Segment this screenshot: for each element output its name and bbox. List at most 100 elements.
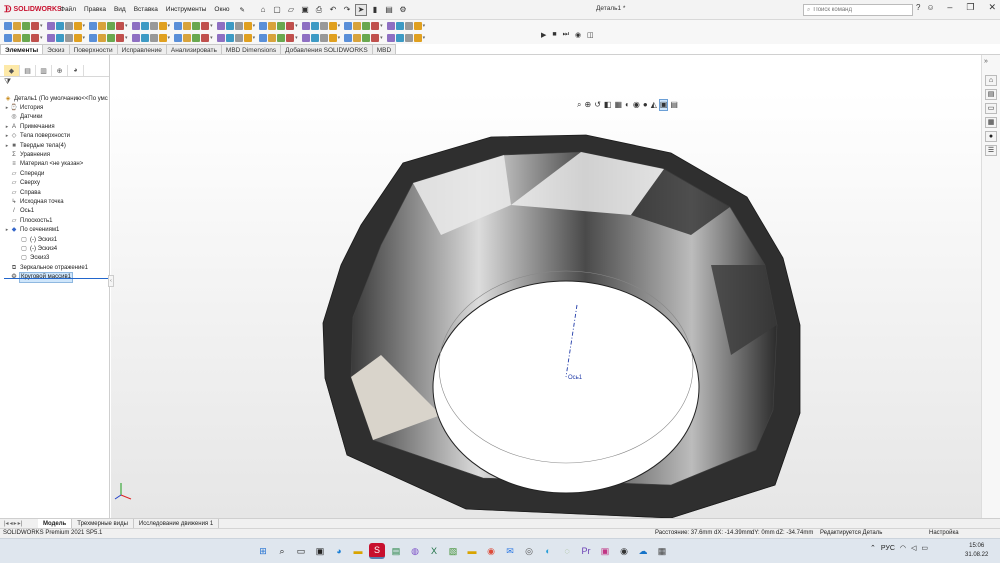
- prev-tab-icon[interactable]: ◂: [10, 520, 13, 527]
- sketch-tool-icon[interactable]: [64, 34, 73, 42]
- user-icon[interactable]: ☺: [926, 3, 934, 12]
- sketch-tool-icon[interactable]: [243, 34, 252, 42]
- sketch-tool-icon[interactable]: [107, 34, 116, 42]
- tab-motion-study[interactable]: Исследование движения 1: [134, 518, 220, 529]
- tree-item[interactable]: ↳ Исходная точка: [4, 198, 63, 207]
- feature-tool-icon[interactable]: [286, 22, 295, 30]
- viber-icon[interactable]: ◍: [407, 543, 423, 559]
- dropdown-arrow-icon[interactable]: ▾: [423, 23, 426, 29]
- dropdown-arrow-icon[interactable]: ▾: [295, 23, 298, 29]
- tree-item[interactable]: ≡ Материал <не указан>: [4, 160, 83, 169]
- sketch-tool-icon[interactable]: [225, 34, 234, 42]
- feature-tool-icon[interactable]: [386, 22, 395, 30]
- sketch-tool-icon[interactable]: [395, 34, 404, 42]
- feature-tool-icon[interactable]: [216, 22, 225, 30]
- close-icon[interactable]: ✕: [988, 2, 996, 13]
- minimize-icon[interactable]: –: [947, 2, 952, 13]
- volume-icon[interactable]: ◁: [911, 544, 916, 552]
- sketch-tool-icon[interactable]: [301, 34, 310, 42]
- graphics-area[interactable]: Ось1 ⌕ ⊕ ↺ ◧ ▦ ◐ ◉ ● ◭ ▣ ▤: [111, 55, 981, 518]
- view-orientation-icon[interactable]: ▦: [614, 100, 622, 110]
- feature-tool-icon[interactable]: [404, 22, 413, 30]
- sketch-tool-icon[interactable]: [158, 34, 167, 42]
- dropdown-arrow-icon[interactable]: ▾: [380, 23, 383, 29]
- zoom-to-fit-icon[interactable]: ⌕: [577, 100, 581, 110]
- dropdown-arrow-icon[interactable]: ▾: [125, 23, 128, 29]
- dropdown-arrow-icon[interactable]: ▾: [83, 23, 86, 29]
- feature-tool-icon[interactable]: [98, 22, 107, 30]
- sketch-tool-icon[interactable]: [116, 34, 125, 42]
- feature-tree-tab-icon[interactable]: ◆: [4, 65, 20, 76]
- sketch-tool-icon[interactable]: [46, 34, 55, 42]
- tree-item[interactable]: ⧉ Зеркальное отражение1: [4, 264, 88, 273]
- feature-tool-icon[interactable]: [371, 22, 380, 30]
- feature-tool-icon[interactable]: [310, 22, 319, 30]
- feature-tool-icon[interactable]: [268, 22, 277, 30]
- view-settings-icon[interactable]: ▣: [658, 99, 669, 111]
- pin-icon[interactable]: ✎: [236, 6, 249, 14]
- sketch-tool-icon[interactable]: [131, 34, 140, 42]
- github-icon[interactable]: ◉: [616, 543, 632, 559]
- sketch-tool-icon[interactable]: [149, 34, 158, 42]
- tree-item[interactable]: ▸ ◇ Тела поверхности: [4, 132, 70, 141]
- feature-tool-icon[interactable]: [395, 22, 404, 30]
- feature-tool-icon[interactable]: [174, 22, 183, 30]
- feature-tool-icon[interactable]: [301, 22, 310, 30]
- tool-icon[interactable]: ▦: [654, 543, 670, 559]
- sketch-tool-icon[interactable]: [4, 34, 12, 42]
- new-document-icon[interactable]: ▢: [271, 4, 283, 16]
- dropdown-arrow-icon[interactable]: ▾: [423, 35, 426, 41]
- feature-tool-icon[interactable]: [319, 22, 328, 30]
- save-icon[interactable]: ▣: [299, 4, 311, 16]
- dropdown-arrow-icon[interactable]: ▾: [168, 23, 171, 29]
- feature-tool-icon[interactable]: [107, 22, 116, 30]
- sketch-tool-icon[interactable]: [55, 34, 64, 42]
- home-icon[interactable]: ⌂: [257, 4, 269, 16]
- sketch-tool-icon[interactable]: [174, 34, 183, 42]
- sketch-tool-icon[interactable]: [89, 34, 98, 42]
- feature-tool-icon[interactable]: [413, 22, 422, 30]
- feature-tool-icon[interactable]: [353, 22, 362, 30]
- appearances-icon[interactable]: ●: [985, 131, 997, 142]
- dropdown-arrow-icon[interactable]: ▾: [168, 35, 171, 41]
- panel-collapse-handle[interactable]: ‹: [108, 275, 114, 287]
- select-icon[interactable]: ➤: [354, 3, 367, 16]
- settings-taskbar-icon[interactable]: ◌: [559, 543, 575, 559]
- picture-icon[interactable]: ▧: [445, 543, 461, 559]
- search-taskbar-icon[interactable]: ⌕: [274, 543, 290, 559]
- sketch-tool-icon[interactable]: [234, 34, 243, 42]
- app-icon[interactable]: ▤: [388, 543, 404, 559]
- feature-tool-icon[interactable]: [64, 22, 73, 30]
- redo-icon[interactable]: ↷: [341, 4, 353, 16]
- rebuild-icon[interactable]: ▮: [369, 4, 381, 16]
- appearance-icon[interactable]: ●: [643, 100, 648, 110]
- menu-window[interactable]: Окно: [210, 6, 233, 13]
- tree-item[interactable]: ▸ ⌚ История: [4, 104, 44, 113]
- sketch-tool-icon[interactable]: [413, 34, 422, 42]
- tab-3d-views[interactable]: Трехмерные виды: [72, 518, 134, 529]
- wifi-icon[interactable]: ◠: [900, 544, 906, 552]
- feature-tool-icon[interactable]: [362, 22, 371, 30]
- help-icon[interactable]: ?: [916, 3, 920, 12]
- first-tab-icon[interactable]: |◂: [4, 520, 9, 527]
- start-icon[interactable]: ⊞: [255, 543, 271, 559]
- tab-model[interactable]: Модель: [38, 518, 73, 529]
- sketch-tool-icon[interactable]: [201, 34, 210, 42]
- zoom-area-icon[interactable]: ⊕: [584, 100, 591, 110]
- feature-tool-icon[interactable]: [131, 22, 140, 30]
- custom-properties-icon[interactable]: ☰: [985, 145, 997, 156]
- premiere-icon[interactable]: Pr: [578, 543, 594, 559]
- sketch-tool-icon[interactable]: [31, 34, 39, 42]
- dimxpert-tab-icon[interactable]: ⊕: [52, 65, 68, 76]
- command-search[interactable]: ⌕: [803, 4, 913, 16]
- feature-tool-icon[interactable]: [140, 22, 149, 30]
- sketch-tool-icon[interactable]: [310, 34, 319, 42]
- tray-chevron-icon[interactable]: ⌃: [870, 544, 876, 552]
- feature-tool-icon[interactable]: [225, 22, 234, 30]
- tree-item[interactable]: ◎ Датчики: [4, 113, 42, 122]
- solidworks-logo[interactable]: ᗫ SOLIDWORKS: [0, 4, 62, 15]
- sketch-tool-icon[interactable]: [73, 34, 82, 42]
- tree-item[interactable]: ▱ Спереди: [4, 170, 45, 179]
- feature-tool-icon[interactable]: [89, 22, 98, 30]
- sketch-tool-icon[interactable]: [319, 34, 328, 42]
